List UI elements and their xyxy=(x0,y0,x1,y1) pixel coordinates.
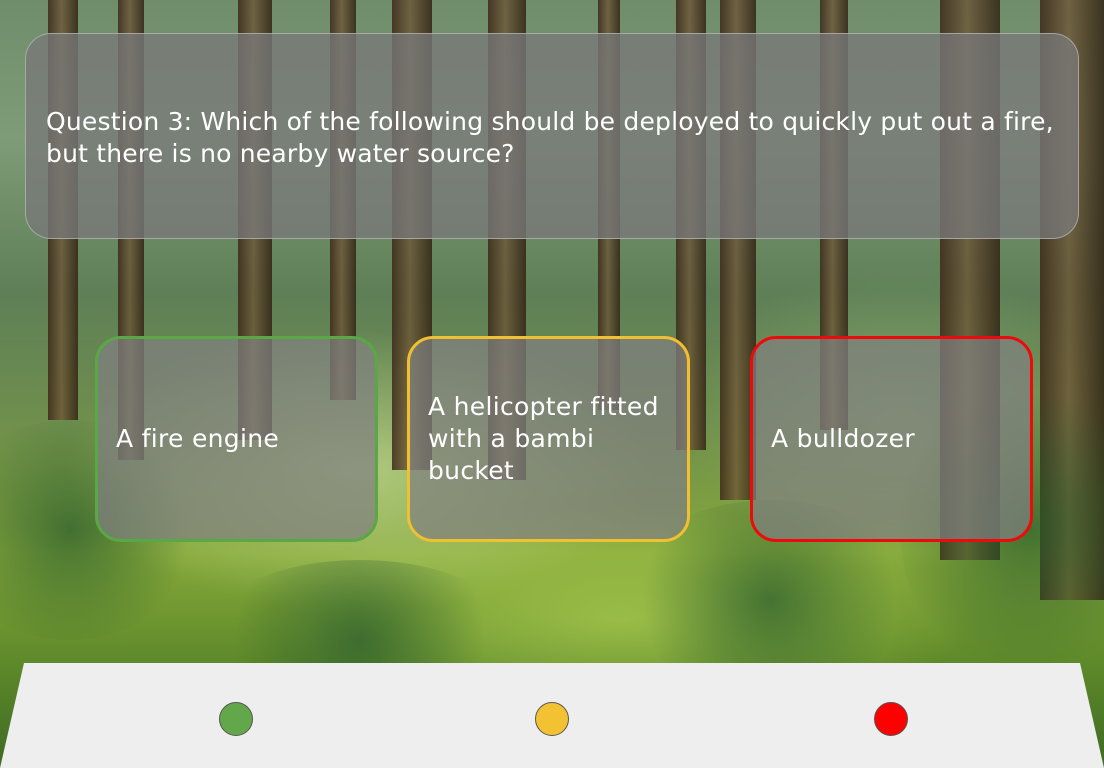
answer-card-bulldozer[interactable]: A bulldozer xyxy=(750,336,1033,542)
red-answer-button[interactable] xyxy=(874,702,908,736)
answer-card-fire-engine[interactable]: A fire engine xyxy=(95,336,378,542)
answer-label: A fire engine xyxy=(116,424,280,453)
answer-card-helicopter[interactable]: A helicopter fitted with a bambi bucket xyxy=(407,336,690,542)
yellow-answer-button[interactable] xyxy=(535,702,569,736)
answer-label: A bulldozer xyxy=(771,424,915,453)
green-answer-button[interactable] xyxy=(219,702,253,736)
question-text: Question 3: Which of the following shoul… xyxy=(46,107,1054,168)
answer-label: A helicopter fitted with a bambi bucket xyxy=(428,392,659,485)
question-panel: Question 3: Which of the following shoul… xyxy=(25,33,1079,239)
